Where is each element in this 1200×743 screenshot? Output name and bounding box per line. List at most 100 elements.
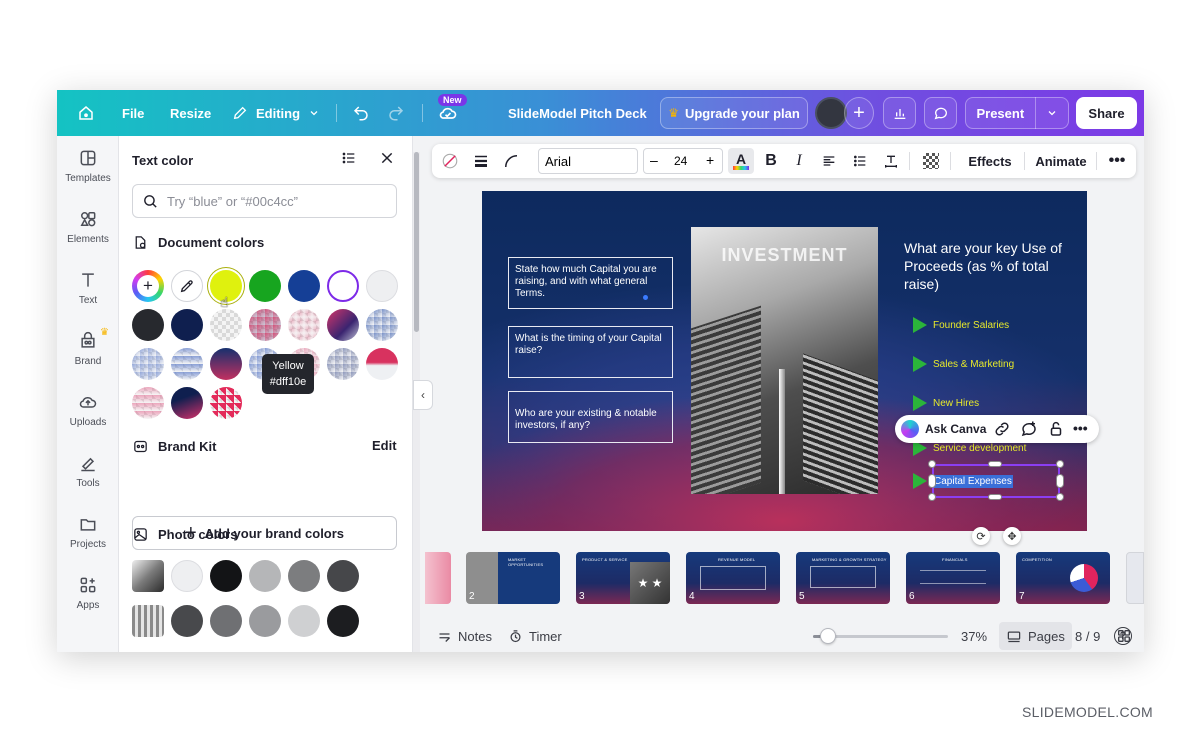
- slide-thumbnail[interactable]: REVENUE MODEL 4: [686, 552, 780, 604]
- resize-handle[interactable]: [928, 460, 936, 468]
- gradient-swatch[interactable]: [327, 309, 359, 341]
- photo-color-swatch[interactable]: [327, 605, 359, 637]
- blue-swatch[interactable]: [288, 270, 320, 302]
- rail-item-uploads[interactable]: Uploads: [57, 382, 119, 438]
- ask-canva-button[interactable]: Ask Canva: [925, 422, 986, 436]
- editing-mode-dropdown[interactable]: Editing: [232, 90, 320, 136]
- photo-color-swatch[interactable]: [327, 560, 359, 592]
- rotate-icon[interactable]: ⟳: [972, 527, 990, 545]
- rail-item-text[interactable]: Text: [57, 260, 119, 316]
- insights-icon[interactable]: [883, 97, 916, 129]
- bullet-item[interactable]: Sales & Marketing: [913, 356, 1014, 372]
- resize-handle[interactable]: [1056, 493, 1064, 501]
- slide-thumbnail-partial[interactable]: [425, 552, 451, 604]
- link-icon[interactable]: [993, 420, 1011, 441]
- decrease-size-button[interactable]: –: [650, 152, 658, 168]
- brand-kit-edit-link[interactable]: Edit: [372, 438, 397, 453]
- add-collaborator-button[interactable]: +: [844, 97, 874, 129]
- share-button[interactable]: Share: [1076, 97, 1137, 129]
- eyedropper-swatch[interactable]: [171, 270, 203, 302]
- effects-button[interactable]: Effects: [960, 144, 1020, 178]
- photo-color-swatch[interactable]: [210, 605, 242, 637]
- add-color-swatch[interactable]: +: [132, 270, 164, 302]
- navy-swatch[interactable]: [171, 309, 203, 341]
- home-icon[interactable]: [77, 90, 95, 136]
- black-swatch[interactable]: [132, 309, 164, 341]
- photo-color-swatch[interactable]: [288, 605, 320, 637]
- gradient-swatch[interactable]: [249, 309, 281, 341]
- zoom-slider-knob[interactable]: [820, 628, 836, 644]
- slide-thumbnail[interactable]: COMPETITION 7: [1016, 552, 1110, 604]
- text-selection-box[interactable]: [932, 464, 1060, 498]
- gradient-swatch[interactable]: [210, 348, 242, 380]
- avatar[interactable]: [815, 97, 847, 129]
- rail-item-tools[interactable]: Tools: [57, 443, 119, 499]
- list-icon[interactable]: [849, 144, 871, 178]
- photo-color-swatch[interactable]: [171, 605, 203, 637]
- more-options-icon[interactable]: •••: [1073, 420, 1088, 436]
- move-icon[interactable]: ✥: [1003, 527, 1021, 545]
- rail-item-elements[interactable]: Elements: [57, 199, 119, 255]
- slide-thumbnail-partial[interactable]: [1126, 552, 1144, 604]
- rail-item-templates[interactable]: Templates: [57, 138, 119, 194]
- photo-color-swatch[interactable]: [249, 605, 281, 637]
- close-icon[interactable]: [379, 150, 395, 171]
- transparency-icon[interactable]: [920, 144, 942, 178]
- gradient-swatch[interactable]: [210, 309, 242, 341]
- slide-thumbnail[interactable]: PRODUCT & SERVICE ★ ★ 3: [576, 552, 670, 604]
- present-button[interactable]: Present: [966, 106, 1035, 121]
- slide-thumbnail[interactable]: FINANCIALS 6: [906, 552, 1000, 604]
- rail-item-brand[interactable]: ♛ Brand: [57, 321, 119, 377]
- green-swatch[interactable]: [249, 270, 281, 302]
- gradient-swatch[interactable]: [132, 348, 164, 380]
- color-search-input[interactable]: Try “blue” or “#00c4cc”: [132, 184, 397, 218]
- spacing-icon[interactable]: [880, 144, 902, 178]
- line-weight-icon[interactable]: [469, 144, 493, 178]
- pages-button[interactable]: Pages: [999, 622, 1072, 650]
- side-handle[interactable]: [988, 461, 1002, 467]
- panel-scrollbar-thumb[interactable]: [414, 152, 419, 332]
- align-icon[interactable]: [818, 144, 840, 178]
- side-handle[interactable]: [1056, 474, 1064, 488]
- no-fill-icon[interactable]: [438, 144, 462, 178]
- undo-icon[interactable]: [352, 90, 370, 136]
- gradient-swatch[interactable]: [366, 309, 398, 341]
- white-selected-swatch[interactable]: [327, 270, 359, 302]
- resize-menu[interactable]: Resize: [170, 90, 211, 136]
- animate-button[interactable]: Animate: [1030, 144, 1092, 178]
- rail-item-apps[interactable]: Apps: [57, 565, 119, 621]
- text-color-button[interactable]: A: [728, 148, 754, 174]
- gradient-swatch[interactable]: [210, 387, 242, 419]
- building-photo[interactable]: INVESTMENT: [691, 227, 878, 494]
- slide-textbox[interactable]: What is the timing of your Capital raise…: [508, 326, 673, 378]
- zoom-level[interactable]: 37%: [961, 620, 987, 652]
- resize-handle[interactable]: [928, 493, 936, 501]
- fullscreen-icon[interactable]: [1142, 627, 1144, 648]
- present-options-chevron-icon[interactable]: [1036, 107, 1068, 119]
- gradient-swatch[interactable]: [327, 348, 359, 380]
- list-view-icon[interactable]: [341, 150, 357, 171]
- side-handle[interactable]: [988, 494, 1002, 500]
- slide-heading[interactable]: What are your key Use of Proceeds (as % …: [904, 239, 1074, 293]
- rail-item-projects[interactable]: Projects: [57, 504, 119, 560]
- timer-button[interactable]: Timer: [508, 620, 562, 652]
- document-title[interactable]: SlideModel Pitch Deck: [508, 90, 647, 136]
- font-family-select[interactable]: Arial: [538, 148, 638, 174]
- light-gray-swatch[interactable]: [366, 270, 398, 302]
- gradient-swatch[interactable]: [366, 348, 398, 380]
- notes-button[interactable]: Notes: [437, 620, 492, 652]
- photo-color-swatch[interactable]: [249, 560, 281, 592]
- collapse-panel-chevron-icon[interactable]: ‹: [413, 380, 433, 410]
- gradient-swatch[interactable]: [171, 387, 203, 419]
- gradient-swatch[interactable]: [171, 348, 203, 380]
- bullet-item[interactable]: Founder Salaries: [913, 317, 1009, 333]
- slide-thumbnail[interactable]: MARKET OPPORTUNITIES 2: [466, 552, 560, 604]
- photo-color-swatch[interactable]: [288, 560, 320, 592]
- slide-textbox[interactable]: Who are your existing & notable investor…: [508, 391, 673, 443]
- gradient-swatch[interactable]: [132, 387, 164, 419]
- more-options-icon[interactable]: •••: [1105, 144, 1129, 178]
- bullet-item[interactable]: New Hires: [913, 395, 979, 411]
- italic-icon[interactable]: I: [788, 144, 810, 178]
- curve-text-icon[interactable]: [499, 144, 523, 178]
- help-icon[interactable]: ?: [1114, 627, 1132, 645]
